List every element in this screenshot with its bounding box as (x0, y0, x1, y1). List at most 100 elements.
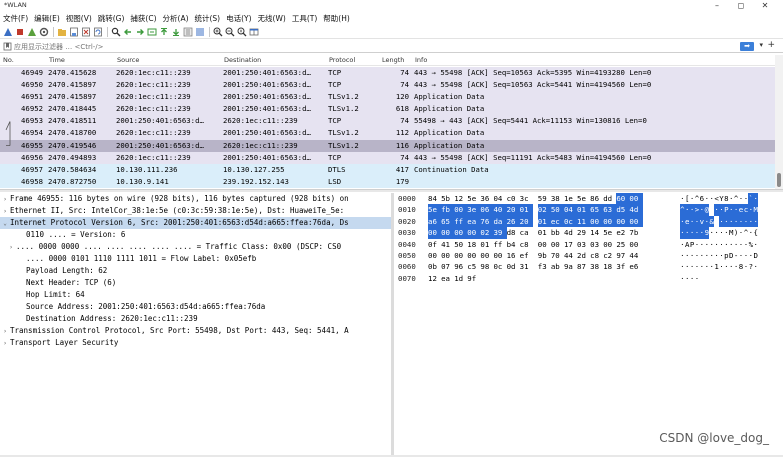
detail-tree-item[interactable]: ›.... 0000 0000 .... .... .... .... ....… (0, 241, 392, 253)
hex-byte[interactable]: 00 (629, 239, 642, 250)
hex-byte[interactable]: 5e (603, 227, 616, 238)
hex-byte[interactable]: 18 (467, 239, 480, 250)
detail-tree-item[interactable]: › Transmission Control Protocol, Src Port… (0, 325, 392, 337)
hex-byte[interactable]: 59 (538, 193, 551, 204)
bytes-row[interactable]: 0070 12 ea 1d 9f ···· (394, 273, 783, 284)
ascii-char[interactable]: & (709, 215, 715, 228)
colorize-icon[interactable] (195, 27, 205, 37)
pane-splitter[interactable] (0, 189, 783, 192)
display-filter-input[interactable] (14, 41, 734, 52)
hex-byte[interactable]: 26 (506, 215, 520, 228)
bytes-row[interactable]: 0000 84 5b 12 5e 36 04 c0 3c 59 38 1e 5e 86 dd 60 00 ·[·^… (394, 193, 783, 205)
hex-byte[interactable]: dd (603, 193, 616, 204)
add-filter-button[interactable]: + (767, 40, 775, 50)
close-file-icon[interactable] (81, 27, 91, 37)
detail-tree-item[interactable]: › Frame 46955: 116 bytes on wire (928 bit… (0, 193, 392, 205)
hex-byte[interactable]: 4d (629, 204, 643, 216)
bytes-row[interactable]: 0030 00 00 00 00 02 39 d8 ca 01 bb 4d 29 14 5e e2 7b ····… (394, 227, 783, 239)
detail-tree-item[interactable]: Payload Length: 62 (0, 265, 392, 277)
column-header-length[interactable]: Length (379, 55, 412, 65)
hex-byte[interactable]: e6 (629, 261, 642, 272)
expand-arrow-icon[interactable]: › (0, 326, 10, 337)
hex-byte[interactable]: 36 (480, 193, 493, 204)
hex-byte[interactable]: 60 (616, 193, 630, 205)
hex-byte[interactable]: d5 (616, 204, 630, 216)
capture-options-icon[interactable] (39, 27, 49, 37)
hex-byte[interactable]: 20 (506, 204, 520, 216)
hex-byte[interactable]: 96 (454, 261, 467, 272)
hex-byte[interactable]: c5 (467, 261, 480, 272)
hex-byte[interactable]: 4d (564, 227, 577, 238)
expand-arrow-icon[interactable]: › (0, 194, 10, 205)
packet-row[interactable]: 46949 2470.415628 2620:1ec:c11::239 2001:25… (0, 67, 775, 80)
hex-byte[interactable]: 07 (441, 261, 454, 272)
hex-byte[interactable]: c0 (507, 193, 520, 204)
hex-byte[interactable]: 38 (590, 261, 603, 272)
hex-byte[interactable]: 1e (564, 193, 577, 204)
go-forward-icon[interactable] (135, 27, 145, 37)
bytes-row[interactable]: 0010 5e fb 00 3e 06 40 20 01 02 50 04 01 65 63 d5 4d ^··>… (394, 204, 783, 216)
packet-row[interactable]: 46954 2470.418700 2620:1ec:c11::239 2001:25… (0, 127, 775, 140)
hex-byte[interactable]: d8 (507, 227, 520, 238)
hex-byte[interactable]: 00 (629, 193, 643, 205)
hex-byte[interactable]: ec (550, 215, 564, 228)
bookmark-filter-icon[interactable] (3, 42, 12, 51)
hex-byte[interactable]: 44 (629, 250, 642, 261)
hex-byte[interactable]: da (493, 215, 507, 228)
hex-byte[interactable]: 97 (616, 250, 629, 261)
packet-list-scrollbar[interactable] (775, 55, 783, 189)
hex-byte[interactable]: 00 (441, 227, 455, 239)
hex-byte[interactable]: ea (441, 273, 454, 284)
hex-byte[interactable]: e2 (616, 227, 629, 238)
detail-tree-item[interactable]: 0110 .... = Version: 6 (0, 229, 392, 241)
menu-item[interactable]: 电话(Y) (226, 13, 251, 24)
minimize-button[interactable]: – (705, 0, 729, 11)
hex-byte[interactable]: 0b (428, 261, 441, 272)
menu-item[interactable]: 视图(V) (66, 13, 92, 24)
hex-byte[interactable]: 00 (629, 215, 643, 228)
detail-tree-item[interactable]: Next Header: TCP (6) (0, 277, 392, 289)
detail-tree-item[interactable]: › Transport Layer Security (0, 337, 392, 349)
hex-byte[interactable]: 01 (480, 239, 493, 250)
hex-byte[interactable]: 86 (590, 193, 603, 204)
hex-byte[interactable]: 9b (538, 250, 551, 261)
hex-byte[interactable]: c8 (520, 239, 533, 250)
detail-tree-item[interactable]: ⌄ Internet Protocol Version 6, Src: 2001:… (0, 217, 392, 229)
detail-tree-item[interactable]: Hop Limit: 64 (0, 289, 392, 301)
filter-dropdown-icon[interactable]: ▾ (759, 41, 763, 49)
hex-byte[interactable]: 12 (454, 193, 467, 204)
hex-byte[interactable]: 00 (590, 215, 604, 228)
stop-capture-icon[interactable] (15, 27, 25, 37)
ascii-char[interactable]: @ (704, 204, 710, 216)
ascii-char[interactable]: · (753, 239, 758, 250)
menu-item[interactable]: 工具(T) (292, 13, 317, 24)
hex-byte[interactable]: 5e (577, 193, 590, 204)
zoom-in-icon[interactable] (213, 27, 223, 37)
hex-byte[interactable]: 20 (519, 215, 533, 228)
packet-row[interactable]: 46958 2470.872750 10.130.9.141 239.192.152.… (0, 175, 775, 188)
hex-byte[interactable]: 5e (428, 204, 442, 216)
hex-byte[interactable]: 65 (441, 215, 455, 228)
hex-byte[interactable]: 29 (577, 227, 590, 238)
column-header-time[interactable]: Time (46, 55, 114, 65)
hex-byte[interactable]: ef (520, 250, 533, 261)
hex-byte[interactable]: 9f (467, 273, 480, 284)
menu-item[interactable]: 跳转(G) (98, 13, 125, 24)
hex-byte[interactable]: 1d (454, 273, 467, 284)
hex-byte[interactable]: 00 (428, 250, 441, 261)
hex-byte[interactable]: 50 (454, 239, 467, 250)
restart-capture-icon[interactable] (27, 27, 37, 37)
hex-byte[interactable]: 0f (428, 239, 441, 250)
bytes-row[interactable]: 0020 a6 65 ff ea 76 da 26 20 01 ec 0c 11 00 00 00 00 ·e··… (394, 215, 783, 228)
find-packet-icon[interactable] (111, 27, 121, 37)
hex-byte[interactable]: 50 (550, 204, 564, 216)
shark-fin-start-icon[interactable] (3, 27, 13, 37)
open-file-icon[interactable] (57, 27, 67, 37)
menu-item[interactable]: 编辑(E) (34, 13, 60, 24)
detail-tree-item[interactable]: Destination Address: 2620:1ec:c11::239 (0, 313, 392, 325)
bytes-row[interactable]: 0040 0f 41 50 18 01 ff b4 c8 00 00 17 03 03 00 25 00 ·AP·… (394, 239, 783, 250)
hex-byte[interactable]: 18 (603, 261, 616, 272)
last-packet-icon[interactable] (171, 27, 181, 37)
menu-item[interactable]: 无线(W) (258, 13, 286, 24)
resize-columns-icon[interactable] (249, 27, 259, 37)
